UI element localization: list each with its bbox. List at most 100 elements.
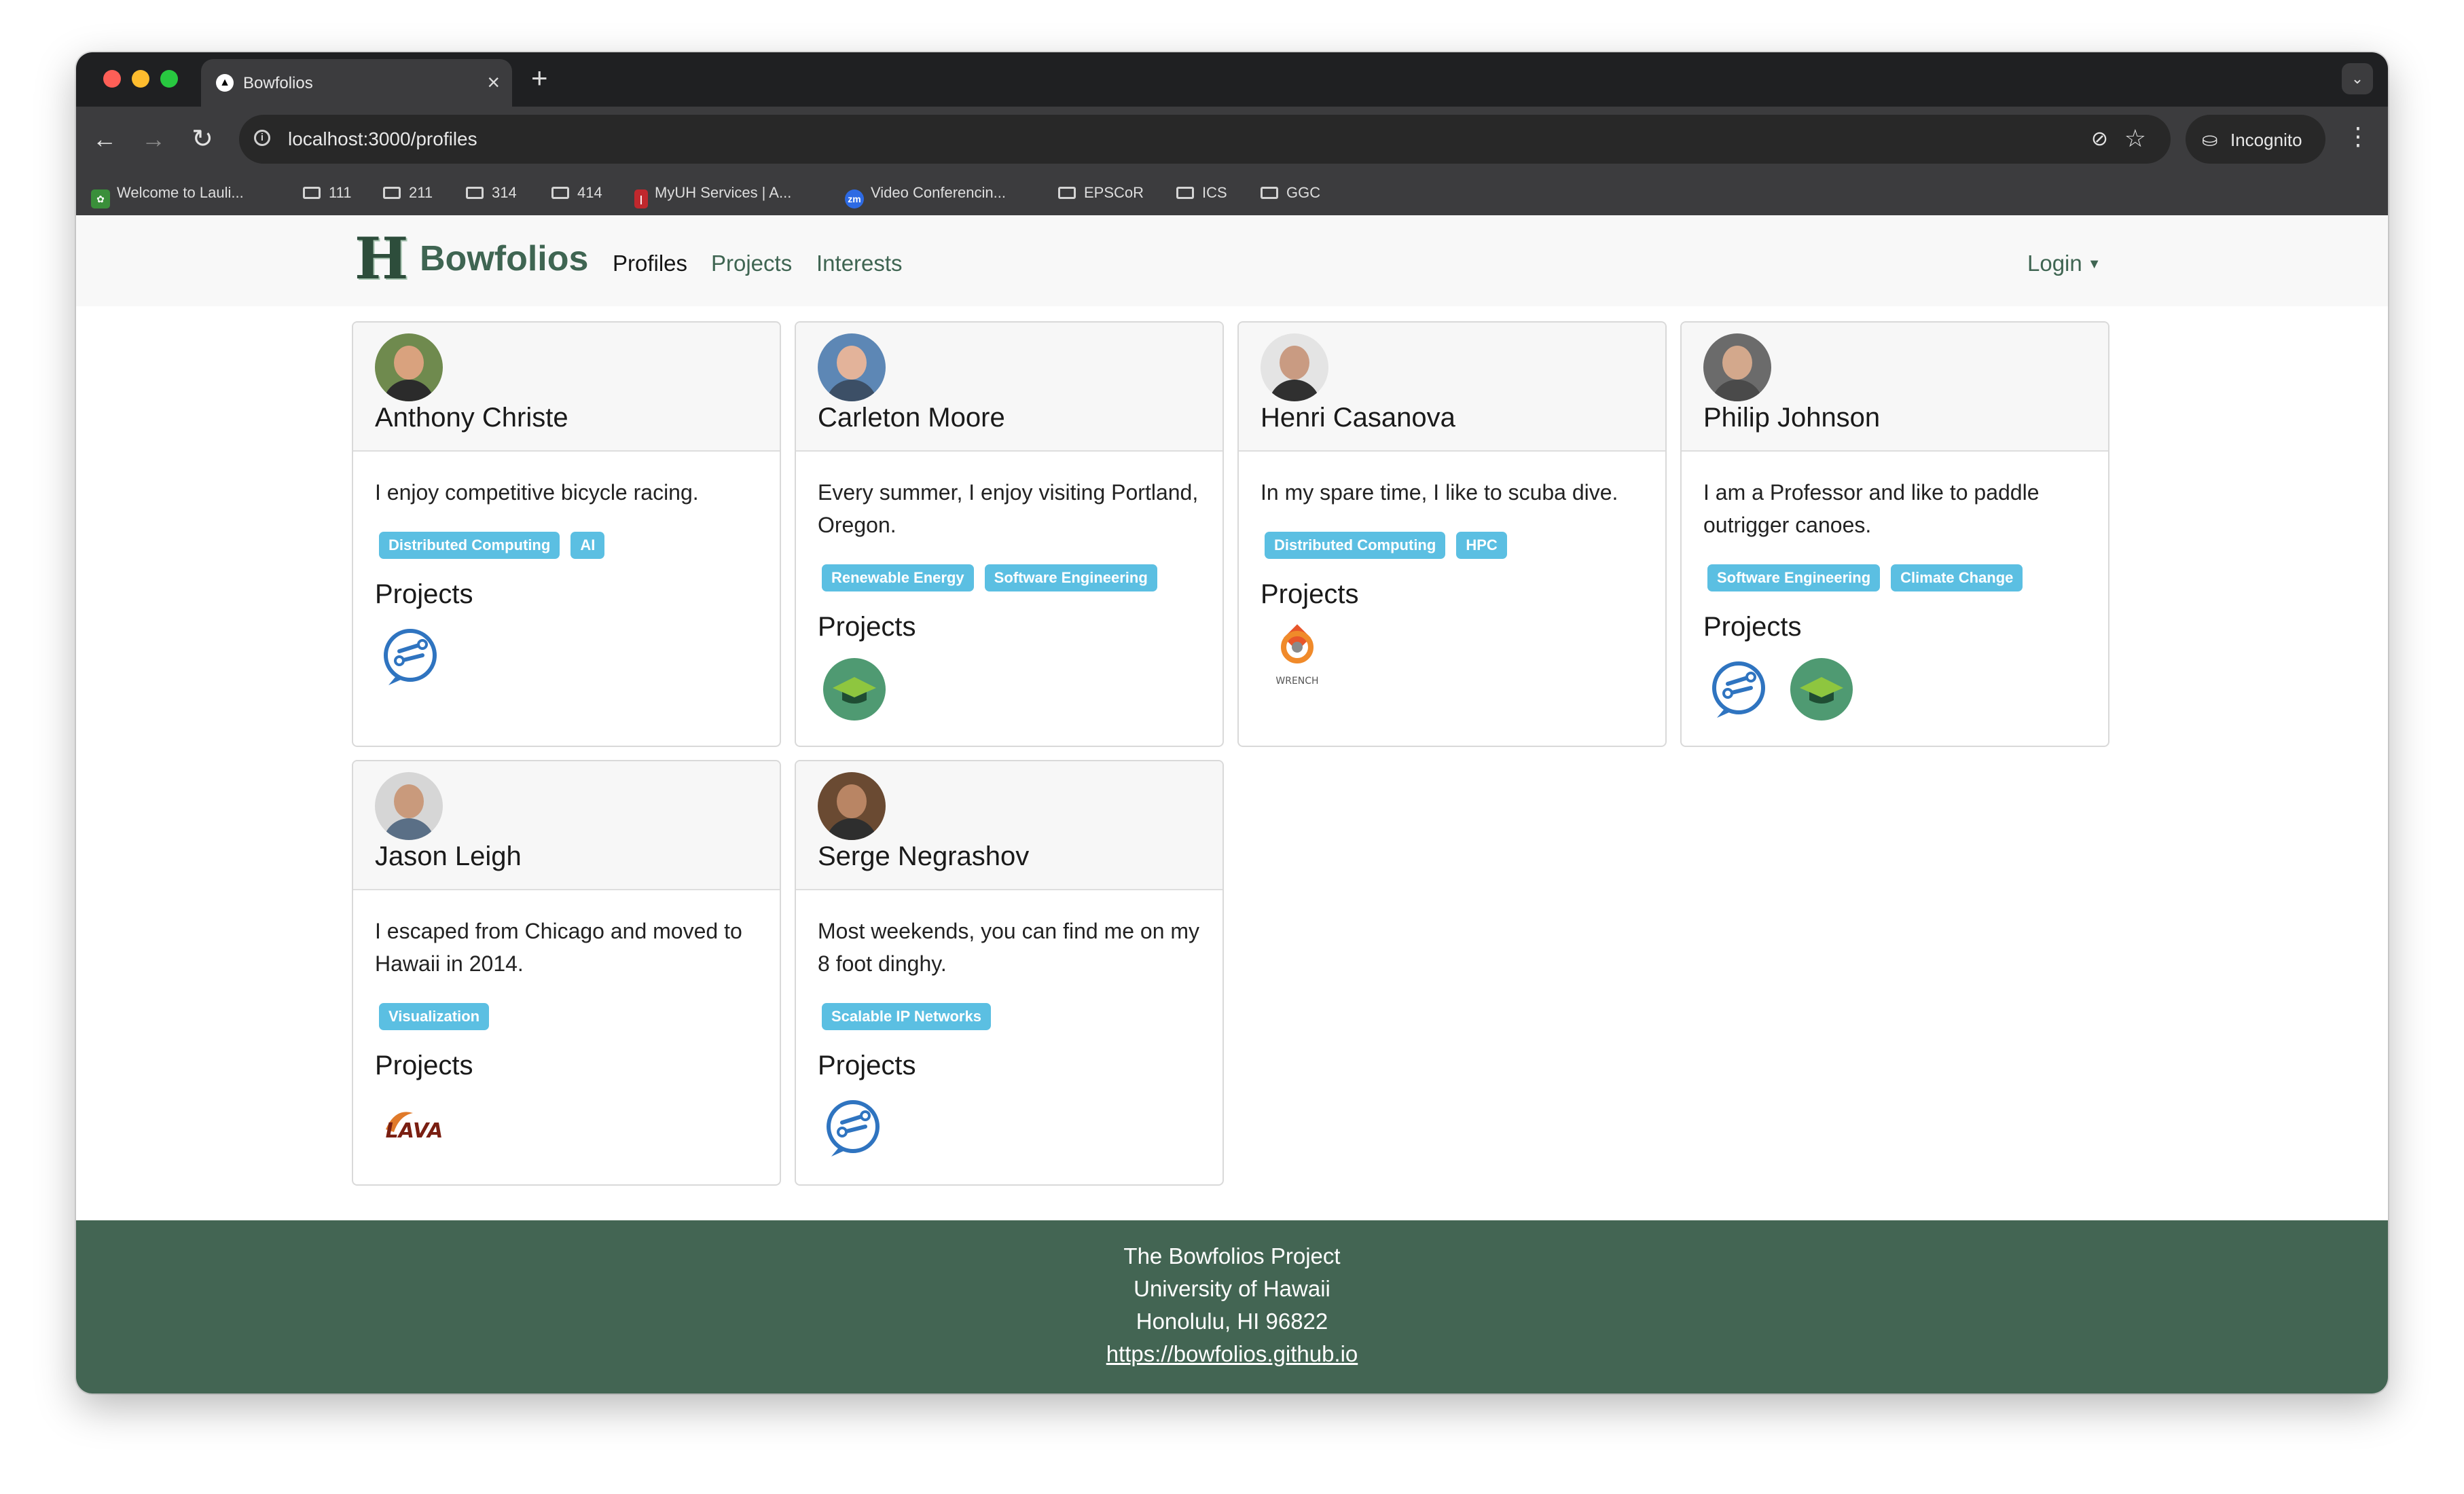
avatar [1703,333,1771,401]
profile-description: Most weekends, you can find me on my 8 f… [818,919,1200,976]
nav-interests[interactable]: Interests [816,251,903,276]
profile-card: Philip Johnson I am a Professor and like… [1680,321,2109,747]
interest-badge[interactable]: Distributed Computing [379,532,560,559]
bookmark-folder[interactable]: GGC [1261,184,1320,202]
graduation-cap-icon[interactable] [1789,657,1854,722]
address-bar[interactable]: i localhost:3000/profiles ⊘ ☆ [239,115,2171,164]
radgrad-icon[interactable] [822,1095,887,1161]
bookmark-folder[interactable]: ICS [1176,184,1227,202]
project-icons [822,657,887,722]
profile-description: Every summer, I enjoy visiting Portland,… [818,480,1199,537]
project-icons [1707,657,1854,722]
eye-slash-icon[interactable]: ⊘ [2091,127,2108,151]
brand-name[interactable]: Bowfolios [420,238,588,279]
interest-badges: Scalable IP Networks [822,1003,991,1030]
uh-logo-icon[interactable]: H [355,230,416,287]
footer-project-name: The Bowfolios Project [1123,1243,1341,1269]
project-icons: LAVA [379,1095,444,1161]
card-header: Serge Negrashov [796,761,1222,890]
caret-down-icon: ▼ [2087,257,2101,272]
site-info-icon[interactable]: i [254,130,270,146]
bookmark-folder[interactable]: EPSCoR [1058,184,1144,202]
interest-badge[interactable]: Climate Change [1891,564,2023,591]
profile-description: I escaped from Chicago and moved to Hawa… [375,919,742,976]
interest-badge[interactable]: Visualization [379,1003,490,1030]
avatar [375,333,443,401]
profile-card: Serge Negrashov Most weekends, you can f… [795,760,1224,1186]
close-window-button[interactable] [103,70,121,88]
forward-arrow-icon[interactable]: → [137,123,170,156]
lava-label: LAVA [386,1119,443,1143]
login-dropdown[interactable]: Login ▼ [2027,251,2101,276]
site-footer: The Bowfolios Project University of Hawa… [76,1220,2388,1393]
close-tab-icon[interactable]: × [487,70,500,94]
profile-card: Henri Casanova In my spare time, I like … [1237,321,1667,747]
browser-toolbar: ← → ↻ i localhost:3000/profiles ⊘ ☆ ⛀ In… [76,107,2388,172]
interest-badges: Visualization [379,1003,490,1030]
projects-heading: Projects [818,1051,916,1080]
folder-icon [1176,187,1194,199]
interest-badge[interactable]: HPC [1456,532,1507,559]
new-tab-button[interactable]: + [531,62,548,94]
favicon-icon: ▲ [216,74,234,92]
interest-badge[interactable]: Distributed Computing [1265,532,1446,559]
folder-icon [1058,187,1076,199]
avatar [818,333,886,401]
interest-badge[interactable]: Renewable Energy [822,564,974,591]
avatar [375,772,443,840]
url-text[interactable]: localhost:3000/profiles [288,128,477,150]
interest-badge[interactable]: Scalable IP Networks [822,1003,991,1030]
interest-badge[interactable]: Software Engineering [1707,564,1881,591]
interest-badge[interactable]: Software Engineering [984,564,1157,591]
back-arrow-icon[interactable]: ← [88,123,121,156]
avatar [818,772,886,840]
interest-badges: Distributed Computing AI [379,532,605,559]
folder-icon [383,187,401,199]
radgrad-icon[interactable] [379,624,444,689]
lava-icon[interactable]: LAVA [379,1095,444,1161]
wrench-icon[interactable]: WRENCH [1265,624,1330,689]
profile-name: Philip Johnson [1703,403,1881,433]
bookmark-folder[interactable]: 314 [466,184,517,202]
projects-heading: Projects [375,1051,473,1080]
projects-heading: Projects [1261,579,1359,609]
minimize-window-button[interactable] [132,70,149,88]
folder-icon [1261,187,1278,199]
card-header: Henri Casanova [1239,323,1665,452]
profile-name: Anthony Christe [375,403,568,433]
zoom-icon: zm [845,189,864,208]
footer-university: University of Hawaii [1134,1276,1330,1301]
browser-tab[interactable]: ▲ Bowfolios × [201,59,512,107]
tab-search-icon[interactable]: ⌄ [2342,63,2373,94]
bookmark-folder[interactable]: 211 [383,184,433,202]
projects-heading: Projects [375,579,473,609]
card-header: Philip Johnson [1682,323,2108,452]
folder-icon [466,187,484,199]
bookmark-folder[interactable]: 414 [551,184,602,202]
browser-menu-icon[interactable]: ⋮ [2346,120,2370,153]
bookmark-folder[interactable]: 111 [303,184,351,202]
bookmarks-bar: ✿ Welcome to Lauli... 111 211 314 414 | My… [76,172,2388,215]
profile-description: I enjoy competitive bicycle racing. [375,480,699,505]
graduation-cap-icon[interactable] [822,657,887,722]
profile-card: Carleton Moore Every summer, I enjoy vis… [795,321,1224,747]
project-icons: WRENCH [1265,624,1330,689]
profile-card: Jason Leigh I escaped from Chicago and m… [352,760,781,1186]
projects-heading: Projects [818,612,916,642]
bookmark-item[interactable]: ✿ Welcome to Lauli... [91,184,244,208]
card-header: Anthony Christe [353,323,780,452]
nav-profiles[interactable]: Profiles [613,251,687,276]
interest-badge[interactable]: AI [570,532,605,559]
radgrad-icon[interactable] [1707,657,1773,722]
reload-icon[interactable]: ↻ [186,123,219,156]
bookmark-star-icon[interactable]: ☆ [2124,124,2146,153]
maximize-window-button[interactable] [160,70,178,88]
bookmark-item[interactable]: zm Video Conferencin... [845,184,1006,208]
folder-icon [303,187,321,199]
bookmark-item[interactable]: | MyUH Services | A... [634,184,791,208]
footer-link[interactable]: https://bowfolios.github.io [1106,1341,1358,1366]
wrench-label: WRENCH [1275,676,1318,687]
nav-projects[interactable]: Projects [711,251,792,276]
profile-name: Carleton Moore [818,403,1005,433]
incognito-badge[interactable]: ⛀ Incognito [2186,115,2325,164]
